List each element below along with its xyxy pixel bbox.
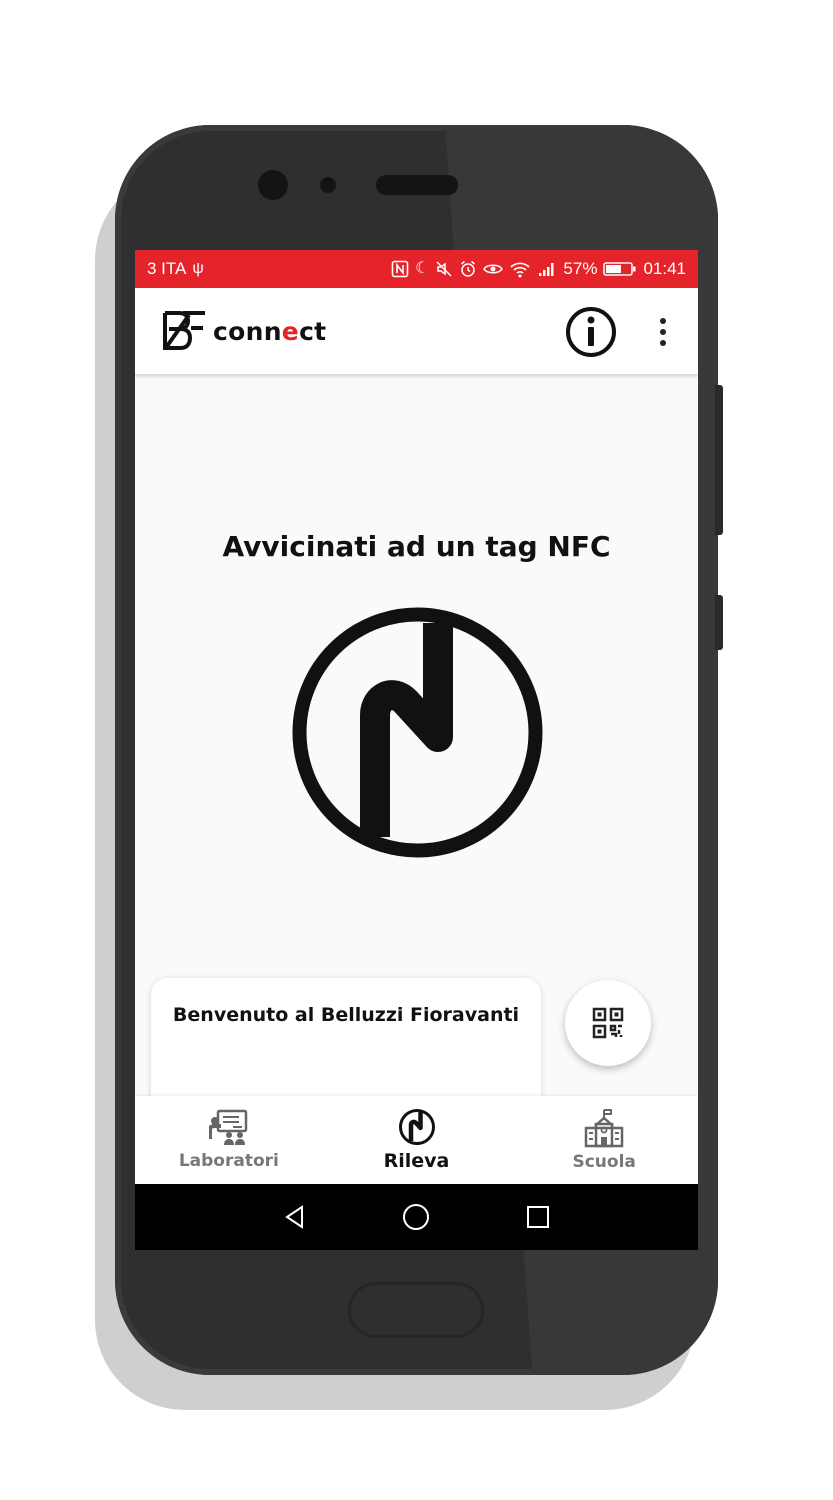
bottom-navigation: Laboratori Rileva Scuola: [135, 1096, 698, 1184]
volume-button: [715, 385, 723, 535]
hardware-home-button: [348, 1282, 484, 1338]
nfc-status-icon: [391, 260, 409, 278]
nfc-prompt: Avvicinati ad un tag NFC: [222, 530, 611, 563]
usb-icon: ψ: [192, 260, 204, 277]
proximity-sensor: [320, 177, 336, 193]
logo-text-end: ct: [299, 316, 327, 346]
signal-icon: [539, 263, 554, 276]
nav-label-laboratori: Laboratori: [178, 1151, 279, 1171]
logo-text-accent: e: [281, 316, 300, 346]
school-icon: [584, 1109, 624, 1148]
clock: 01:41: [643, 259, 686, 278]
nfc-logo-icon: [292, 607, 543, 858]
phone-screen: 3 ITA ψ ☾ 57% 01:41 connect Avvicinati a…: [135, 250, 698, 1250]
classroom-icon: [208, 1109, 248, 1145]
home-icon[interactable]: [402, 1203, 430, 1231]
info-button[interactable]: [565, 306, 617, 358]
info-icon: [566, 307, 616, 357]
nav-label-scuola: Scuola: [572, 1152, 636, 1172]
power-button: [715, 595, 723, 650]
earpiece-speaker: [376, 175, 458, 195]
overflow-menu-button[interactable]: [650, 314, 676, 350]
qr-scan-button[interactable]: [565, 980, 651, 1066]
nav-item-laboratori[interactable]: Laboratori: [135, 1096, 323, 1184]
app-bar: connect: [135, 288, 698, 374]
qr-code-icon: [592, 1007, 624, 1039]
recents-icon[interactable]: [525, 1204, 551, 1230]
mute-icon: [436, 261, 452, 277]
moon-icon: ☾: [415, 260, 430, 277]
app-logo: connect: [161, 308, 326, 354]
battery-percent: 57%: [563, 259, 598, 278]
welcome-text: Benvenuto al Belluzzi Fioravanti: [172, 1004, 520, 1026]
logo-text-start: conn: [213, 316, 282, 346]
wifi-icon: [510, 262, 530, 278]
nav-item-rileva[interactable]: Rileva: [323, 1096, 511, 1184]
nav-item-scuola[interactable]: Scuola: [510, 1096, 698, 1184]
status-bar: 3 ITA ψ ☾ 57% 01:41: [135, 250, 698, 288]
nfc-icon: [398, 1109, 435, 1145]
system-navigation-bar: [135, 1184, 698, 1250]
nav-label-rileva: Rileva: [383, 1150, 450, 1172]
eye-comfort-icon: [483, 264, 504, 274]
alarm-icon: [461, 260, 476, 277]
front-camera: [258, 170, 288, 200]
battery-icon: [603, 262, 636, 276]
carrier-label: 3 ITA: [147, 259, 187, 278]
back-icon[interactable]: [282, 1204, 308, 1230]
bf-logo-icon: [163, 311, 205, 351]
